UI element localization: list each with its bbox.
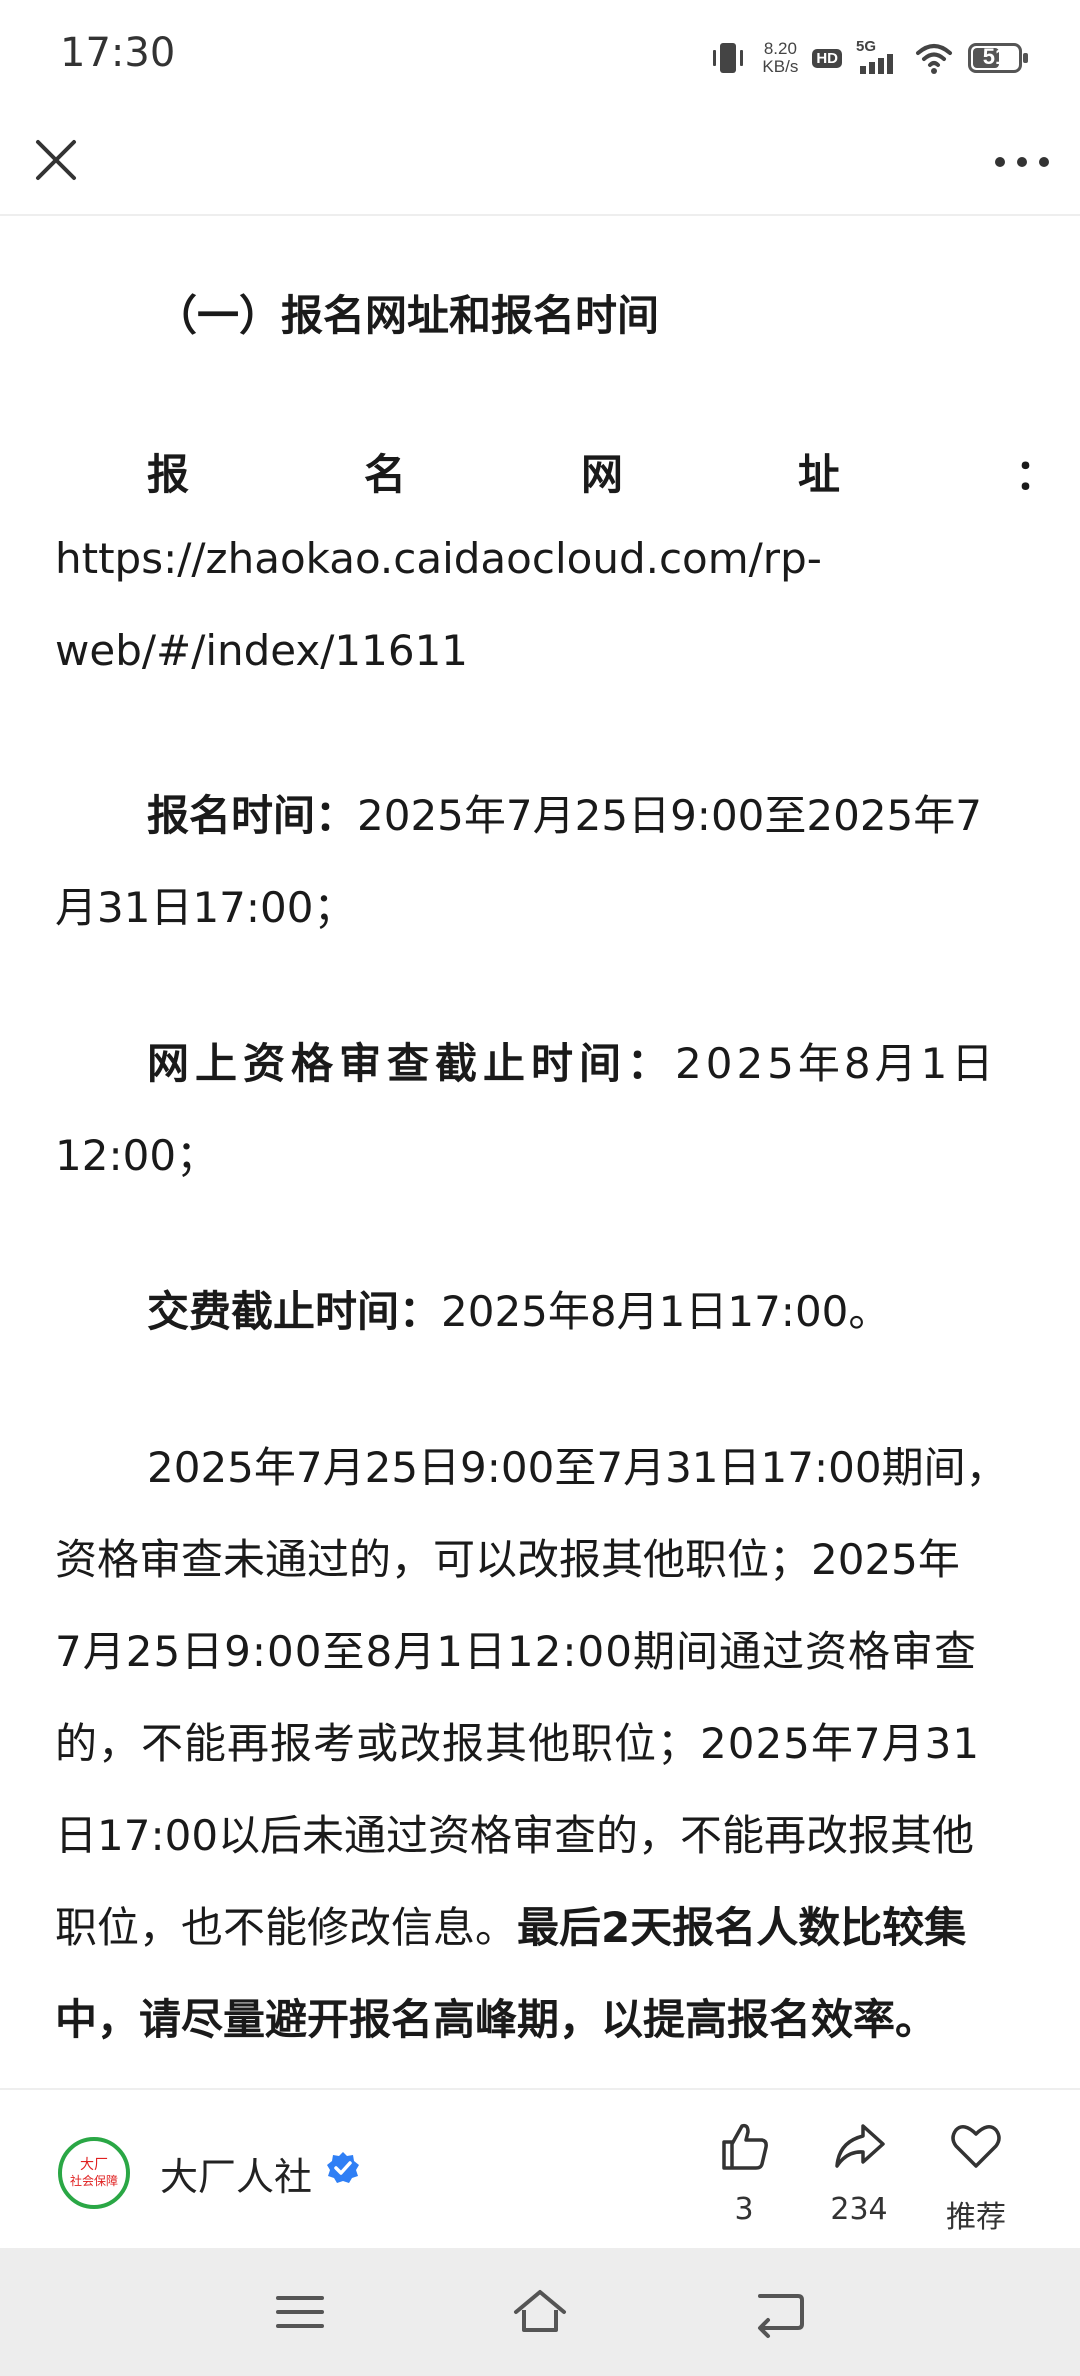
svg-text:大厂: 大厂 (80, 2157, 108, 2173)
paragraph-line-emphasis: 中，请尽量避开报名高峰期，以提高报名效率。 (55, 1995, 938, 2044)
svg-text:社会保障: 社会保障 (70, 2173, 118, 2188)
url-label-char: 名 (363, 450, 406, 499)
paragraph-line: 职位，也不能修改信息。最后2天报名人数比较集 (55, 1903, 967, 1952)
paragraph-line: 的，不能再报考或改报其他职位；2025年7月31 (55, 1719, 981, 1768)
battery-icon: 51 (968, 43, 1028, 73)
review-deadline: 网上资格审查截止时间：2025年8月1日 (147, 1039, 998, 1088)
vibrate-icon (713, 43, 744, 73)
url-line[interactable]: https://zhaokao.caidaocloud.com/rp- (55, 534, 822, 583)
system-nav-bar (0, 2248, 1080, 2376)
like-count: 3 (734, 2192, 754, 2227)
author-name[interactable]: 大厂人社 (160, 2146, 312, 2201)
registration-time: 报名时间：2025年7月25日9:00至2025年7 (147, 791, 982, 840)
share-count: 234 (830, 2192, 888, 2227)
like-button[interactable]: 3 (689, 2118, 799, 2227)
url-label-char: 址 (797, 450, 840, 499)
close-icon[interactable] (28, 132, 84, 188)
paragraph-line: 7月25日9:00至8月1日12:00期间通过资格审查 (55, 1627, 977, 1676)
url-label-char: 报 (147, 450, 190, 499)
status-time: 17:30 (60, 30, 176, 76)
status-bar: 17:30 8.20 KB/s HD 5G 51 (0, 0, 1080, 110)
recommend-label: 推荐 (946, 2200, 1006, 2235)
fee-deadline: 交费截止时间：2025年8月1日17:00。 (147, 1287, 891, 1336)
review-deadline-cont: 12:00； (55, 1131, 219, 1180)
net-speed: 8.20 KB/s (762, 39, 799, 76)
author-logo[interactable]: 大厂 社会保障 (56, 2135, 132, 2211)
top-nav-bar (0, 110, 1080, 216)
url-line[interactable]: web/#/index/11611 (55, 626, 468, 675)
share-icon (835, 2124, 885, 2168)
paragraph-line: 日17:00以后未通过资格审查的，不能再改报其他 (55, 1811, 975, 1860)
status-icons: 8.20 KB/s HD 5G 51 (708, 34, 1028, 82)
more-icon[interactable] (990, 134, 1054, 190)
menu-icon[interactable] (272, 2284, 328, 2340)
url-label-char: ： (1014, 450, 1057, 499)
paragraph-line: 2025年7月25日9:00至7月31日17:00期间， (147, 1443, 1008, 1492)
back-icon[interactable] (752, 2284, 808, 2340)
heart-icon (951, 2125, 1001, 2168)
home-icon[interactable] (512, 2284, 568, 2340)
registration-time-cont: 月31日17:00； (55, 883, 356, 932)
signal-icon: 5G (856, 38, 900, 78)
verified-icon (327, 2152, 359, 2183)
article-action-bar: 大厂 社会保障 大厂人社 3 234 推荐 (0, 2088, 1080, 2250)
thumbs-up-icon (722, 2123, 768, 2170)
paragraph-line: 资格审查未通过的，可以改报其他职位；2025年 (55, 1535, 960, 1584)
url-label: 报 名 网 址 ： (147, 441, 1057, 502)
share-button[interactable]: 234 (804, 2118, 914, 2227)
wifi-icon (916, 44, 952, 74)
section-heading: （一）报名网址和报名时间 (155, 291, 660, 340)
url-label-char: 网 (580, 450, 623, 499)
recommend-button[interactable]: 推荐 (921, 2118, 1031, 2236)
hd-icon: HD (812, 48, 842, 68)
